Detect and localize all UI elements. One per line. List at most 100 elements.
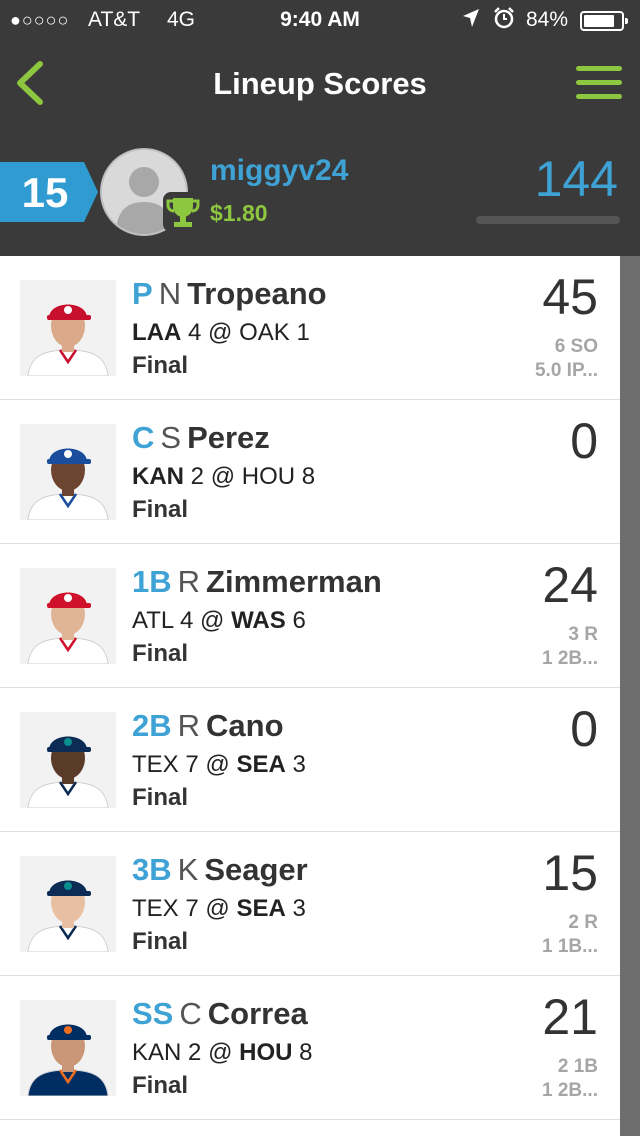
winnings-amount: $1.80 bbox=[210, 200, 268, 226]
player-last-name: Zimmerman bbox=[206, 564, 382, 599]
at-symbol: @ bbox=[208, 319, 233, 346]
player-initial: K bbox=[177, 852, 199, 887]
stat-line-1: 3 R bbox=[568, 624, 598, 645]
player-initial: S bbox=[160, 420, 182, 455]
player-row[interactable]: 2B R Cano TEX 7 @ SEA 3 Final 0 bbox=[0, 688, 620, 832]
player-name: 3B K Seager bbox=[132, 852, 308, 888]
home-team: SEA bbox=[236, 751, 286, 778]
home-team: HOU bbox=[241, 463, 296, 490]
battery-level bbox=[584, 15, 615, 27]
player-initial: R bbox=[177, 708, 201, 743]
game-status: Final bbox=[132, 784, 189, 811]
player-photo bbox=[20, 712, 116, 808]
game-status: Final bbox=[132, 640, 189, 667]
stat-line-2: 1 1B... bbox=[542, 936, 598, 957]
player-photo bbox=[20, 856, 116, 952]
lineup-profile: 15 miggyv24 $1.80 144 bbox=[0, 130, 640, 256]
player-points: 0 bbox=[570, 701, 598, 757]
away-team: KAN bbox=[132, 1039, 182, 1066]
player-initial: N bbox=[158, 276, 182, 311]
player-photo bbox=[20, 568, 116, 664]
away-team: LAA bbox=[132, 319, 182, 346]
away-score: 4 bbox=[188, 319, 202, 346]
player-photo bbox=[20, 1000, 116, 1096]
away-score: 2 bbox=[190, 463, 205, 490]
player-row[interactable]: C S Perez KAN 2 @ HOU 8 Final 0 bbox=[0, 400, 620, 544]
game-score: LAA 4 @ OAK 1 bbox=[132, 319, 310, 347]
stat-line-2: 1 2B... bbox=[542, 1080, 598, 1101]
player-name: P N Tropeano bbox=[132, 276, 327, 312]
at-symbol: @ bbox=[200, 607, 225, 634]
player-row[interactable]: SS C Correa KAN 2 @ HOU 8 Final 21 2 1B 1 … bbox=[0, 976, 620, 1120]
username[interactable]: miggyv24 bbox=[210, 154, 348, 188]
player-name: SS C Correa bbox=[132, 996, 308, 1032]
player-position: SS bbox=[132, 996, 174, 1031]
game-score: TEX 7 @ SEA 3 bbox=[132, 895, 306, 923]
home-score: 6 bbox=[292, 607, 306, 634]
game-status: Final bbox=[132, 1072, 189, 1099]
game-score: KAN 2 @ HOU 8 bbox=[132, 463, 315, 491]
player-points: 45 bbox=[542, 269, 598, 325]
player-position: 2B bbox=[132, 708, 172, 743]
away-team: TEX bbox=[132, 751, 179, 778]
stat-line-1: 2 1B bbox=[557, 1056, 598, 1077]
away-team: ATL bbox=[132, 607, 174, 634]
score-progress-bar bbox=[476, 216, 620, 224]
at-symbol: @ bbox=[208, 1039, 233, 1066]
location-icon bbox=[462, 8, 480, 34]
player-position: C bbox=[132, 420, 155, 455]
battery-percentage: 84% bbox=[526, 8, 569, 31]
home-team: HOU bbox=[239, 1039, 293, 1066]
away-score: 2 bbox=[188, 1039, 202, 1066]
player-name: 2B R Cano bbox=[132, 708, 284, 744]
player-initial: C bbox=[179, 996, 202, 1031]
game-status: Final bbox=[132, 496, 189, 523]
home-score: 8 bbox=[299, 1039, 313, 1066]
player-points: 15 bbox=[542, 845, 598, 901]
menu-button[interactable] bbox=[576, 66, 622, 100]
player-points: 0 bbox=[570, 413, 598, 469]
page-title: Lineup Scores bbox=[213, 66, 427, 101]
stat-line-2: 5.0 IP... bbox=[534, 360, 598, 381]
home-team: SEA bbox=[236, 895, 286, 922]
stat-line-1: 2 R bbox=[568, 912, 598, 933]
player-row[interactable]: 3B K Seager TEX 7 @ SEA 3 Final 15 2 R 1 1… bbox=[0, 832, 620, 976]
away-score: 4 bbox=[180, 607, 194, 634]
at-symbol: @ bbox=[210, 463, 236, 490]
scrollbar[interactable] bbox=[620, 256, 640, 1136]
rank-number: 15 bbox=[21, 169, 69, 216]
at-symbol: @ bbox=[205, 751, 230, 778]
player-position: P bbox=[132, 276, 153, 311]
away-score: 7 bbox=[185, 895, 199, 922]
player-last-name: Correa bbox=[207, 996, 308, 1031]
away-team: TEX bbox=[132, 895, 179, 922]
player-last-name: Cano bbox=[206, 708, 284, 743]
player-points: 24 bbox=[542, 557, 598, 613]
rank-badge: 15 bbox=[0, 162, 98, 222]
menu-icon bbox=[576, 66, 622, 71]
player-name: C S Perez bbox=[132, 420, 270, 456]
player-list[interactable]: P N Tropeano LAA 4 @ OAK 1 Final 45 6 SO 5… bbox=[0, 256, 640, 1136]
player-row[interactable]: 1B R Zimmerman ATL 4 @ WAS 6 Final 24 3 R … bbox=[0, 544, 620, 688]
player-photo bbox=[20, 424, 116, 520]
home-score: 3 bbox=[292, 895, 306, 922]
at-symbol: @ bbox=[205, 895, 230, 922]
player-row[interactable]: P N Tropeano LAA 4 @ OAK 1 Final 45 6 SO 5… bbox=[0, 256, 620, 400]
game-status: Final bbox=[132, 928, 189, 955]
game-score: ATL 4 @ WAS 6 bbox=[132, 607, 306, 635]
player-photo bbox=[20, 280, 116, 376]
player-last-name: Seager bbox=[204, 852, 308, 887]
nav-bar: Lineup Scores bbox=[0, 40, 640, 130]
battery-icon bbox=[580, 11, 628, 31]
total-score: 144 bbox=[534, 151, 618, 207]
home-team: OAK bbox=[239, 319, 290, 346]
player-name: 1B R Zimmerman bbox=[132, 564, 382, 600]
player-initial: R bbox=[177, 564, 201, 599]
away-score: 7 bbox=[185, 751, 199, 778]
away-team: KAN bbox=[132, 463, 184, 490]
game-score: KAN 2 @ HOU 8 bbox=[132, 1039, 312, 1067]
stat-line-1: 6 SO bbox=[554, 336, 598, 357]
home-score: 8 bbox=[301, 463, 316, 490]
player-points: 21 bbox=[542, 989, 598, 1045]
game-status: Final bbox=[132, 352, 189, 379]
